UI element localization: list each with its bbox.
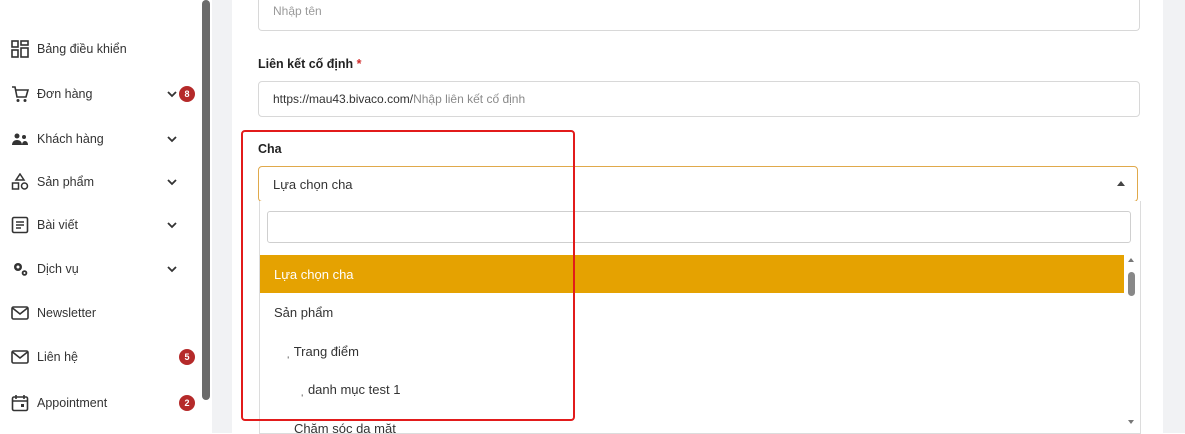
sidebar-item-orders[interactable]: Đơn hàng 8 bbox=[0, 79, 205, 109]
sidebar-item-dashboard[interactable]: Bảng điều khiển bbox=[0, 34, 205, 64]
chevron-down-icon[interactable] bbox=[166, 88, 178, 100]
chevron-down-icon[interactable] bbox=[166, 263, 178, 275]
contact-badge: 5 bbox=[179, 349, 195, 365]
option-label: ˌ Chăm sóc da mặt bbox=[286, 421, 396, 433]
sidebar-item-label: Dịch vụ bbox=[37, 262, 79, 276]
chevron-down-icon[interactable] bbox=[166, 133, 178, 145]
chevron-down-icon[interactable] bbox=[166, 219, 178, 231]
gears-icon bbox=[11, 260, 29, 278]
chevron-down-icon[interactable] bbox=[166, 176, 178, 188]
article-icon bbox=[11, 216, 29, 234]
name-input-placeholder: Nhập tên bbox=[273, 4, 322, 18]
permalink-placeholder: Nhập liên kết cố định bbox=[413, 92, 526, 106]
cart-icon bbox=[11, 85, 29, 103]
permalink-input[interactable]: https://mau43.bivaco.com/Nhập liên kết c… bbox=[258, 81, 1140, 117]
sidebar-scrollbar[interactable] bbox=[202, 0, 210, 400]
sidebar-item-label: Appointment bbox=[37, 396, 108, 410]
dashboard-icon bbox=[11, 40, 29, 58]
permalink-label: Liên kết cố định * bbox=[258, 57, 362, 71]
sidebar-item-label: Newsletter bbox=[37, 306, 97, 320]
sidebar-item-label: Sản phẩm bbox=[37, 175, 94, 189]
mail-icon bbox=[11, 348, 29, 366]
appointment-badge: 2 bbox=[179, 395, 195, 411]
sidebar-item-customers[interactable]: Khách hàng bbox=[0, 124, 205, 154]
calendar-icon bbox=[11, 394, 29, 412]
shapes-icon bbox=[11, 173, 29, 191]
sidebar-item-products[interactable]: Sản phẩm bbox=[0, 167, 205, 197]
sidebar-item-label: Đơn hàng bbox=[37, 87, 93, 101]
caret-up-icon bbox=[1117, 181, 1125, 186]
sidebar-item-label: Bài viết bbox=[37, 218, 78, 232]
orders-badge: 8 bbox=[179, 86, 195, 102]
permalink-value: https://mau43.bivaco.com/Nhập liên kết c… bbox=[273, 92, 525, 106]
mail-icon bbox=[11, 304, 29, 322]
sidebar: Bảng điều khiển Đơn hàng 8 Khách hàng Sả… bbox=[0, 0, 212, 433]
sidebar-item-label: Liên hệ bbox=[37, 350, 79, 364]
required-mark: * bbox=[356, 57, 362, 71]
permalink-prefix: https://mau43.bivaco.com/ bbox=[273, 92, 414, 106]
sidebar-item-label: Khách hàng bbox=[37, 132, 104, 146]
sidebar-item-contact[interactable]: Liên hệ 5 bbox=[0, 342, 205, 372]
sidebar-item-label: Bảng điều khiển bbox=[37, 42, 127, 56]
sidebar-item-services[interactable]: Dịch vụ bbox=[0, 254, 205, 284]
name-input[interactable]: Nhập tên bbox=[258, 0, 1140, 31]
dropdown-scroll-thumb[interactable] bbox=[1128, 272, 1135, 296]
permalink-label-text: Liên kết cố định bbox=[258, 57, 354, 71]
sidebar-item-newsletter[interactable]: Newsletter bbox=[0, 298, 205, 328]
scroll-up-icon[interactable] bbox=[1128, 258, 1134, 262]
users-icon bbox=[11, 130, 29, 148]
sidebar-item-appointment[interactable]: Appointment 2 bbox=[0, 388, 205, 418]
scroll-down-icon[interactable] bbox=[1128, 420, 1134, 424]
highlight-box bbox=[241, 130, 575, 421]
sidebar-item-posts[interactable]: Bài viết bbox=[0, 210, 205, 240]
